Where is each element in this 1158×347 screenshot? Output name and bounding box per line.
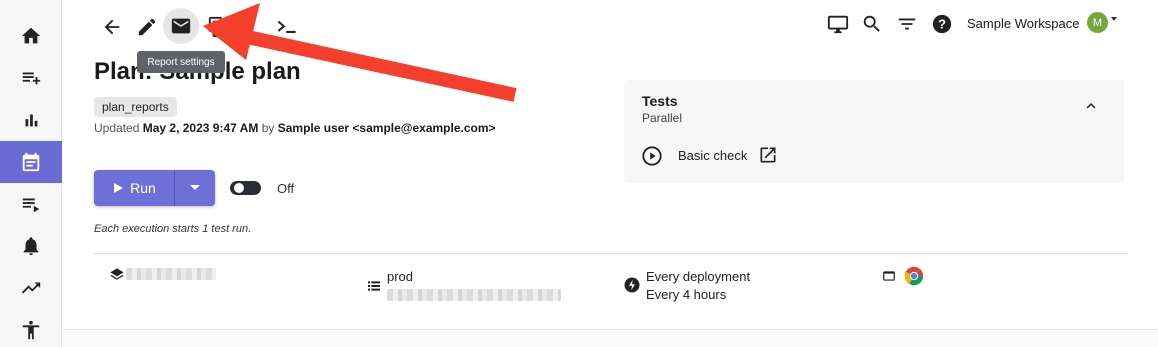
open-external-button[interactable] bbox=[758, 145, 778, 165]
window-icon-wrap bbox=[882, 269, 896, 283]
back-arrow-icon bbox=[104, 19, 120, 35]
execution-note: Each execution starts 1 test run. bbox=[94, 223, 252, 235]
updated-user: Sample user <sample@example.com> bbox=[277, 121, 496, 135]
bar-chart-icon bbox=[25, 114, 38, 127]
schedule-frequency: Every 4 hours bbox=[646, 287, 727, 302]
help-icon: ? bbox=[932, 14, 952, 34]
trending-up-icon bbox=[21, 282, 41, 294]
updated-prefix: Updated bbox=[94, 121, 140, 135]
calendar-icon bbox=[22, 152, 40, 172]
list-icon bbox=[368, 281, 380, 291]
sidebar-item-home[interactable] bbox=[0, 15, 62, 57]
filter-button[interactable] bbox=[895, 12, 919, 36]
sidebar-item-add-list[interactable] bbox=[0, 57, 62, 99]
monitor-icon bbox=[827, 15, 849, 34]
run-split-button: Run bbox=[94, 170, 215, 206]
bell-icon bbox=[23, 237, 39, 256]
monitor-button[interactable] bbox=[826, 12, 850, 36]
updated-by: by bbox=[261, 121, 275, 135]
sidebar-item-runs[interactable] bbox=[0, 183, 62, 225]
run-dropdown-button[interactable] bbox=[175, 170, 215, 206]
schedule-trigger: Every deployment bbox=[646, 269, 751, 284]
report-settings-tooltip: Report settings bbox=[137, 51, 225, 73]
chevron-up-icon bbox=[1086, 103, 1096, 109]
run-label: Run bbox=[130, 180, 156, 196]
tests-title: Tests bbox=[642, 93, 678, 109]
list-icon-wrap bbox=[366, 278, 382, 294]
tests-panel: Tests Parallel Basic check bbox=[624, 80, 1124, 183]
edit-button[interactable] bbox=[135, 15, 159, 39]
avatar[interactable]: M bbox=[1087, 12, 1108, 33]
filter-icon bbox=[898, 18, 916, 30]
accessibility-icon bbox=[22, 320, 40, 340]
workspace-selector[interactable]: Sample Workspace bbox=[967, 16, 1079, 31]
search-icon bbox=[863, 15, 880, 32]
sidebar-item-reports[interactable] bbox=[0, 99, 62, 141]
redacted-app-name bbox=[126, 268, 216, 280]
play-circle-icon bbox=[642, 146, 662, 166]
playlist-icon bbox=[22, 198, 40, 213]
environment-name: prod bbox=[387, 269, 414, 284]
tests-subtitle: Parallel bbox=[642, 111, 683, 125]
mail-icon bbox=[171, 18, 191, 34]
sidebar-item-accessibility[interactable] bbox=[0, 309, 62, 347]
chrome-icon-wrap bbox=[904, 266, 924, 286]
report-settings-button[interactable] bbox=[169, 14, 193, 38]
sidebar-item-alerts[interactable] bbox=[0, 225, 62, 267]
chevron-down-icon[interactable] bbox=[1111, 17, 1117, 21]
copy-button[interactable] bbox=[206, 15, 230, 39]
copy-icon bbox=[208, 16, 227, 38]
bolt-icon-wrap bbox=[623, 276, 641, 294]
run-button[interactable]: Run bbox=[94, 170, 174, 206]
svg-text:?: ? bbox=[938, 17, 946, 32]
schedule-toggle[interactable] bbox=[230, 181, 261, 195]
sidebar-item-plans[interactable] bbox=[0, 141, 62, 183]
layers-icon bbox=[110, 268, 124, 280]
footer-area bbox=[63, 330, 1158, 347]
main-content: Report settings ? Sample Workspace M Pla… bbox=[63, 0, 1158, 347]
open-in-new-icon bbox=[760, 147, 776, 163]
layers-icon-wrap bbox=[109, 267, 125, 283]
updated-date: May 2, 2023 9:47 AM bbox=[142, 121, 259, 135]
toggle-label: Off bbox=[277, 181, 295, 196]
add-list-icon bbox=[22, 72, 41, 85]
back-button[interactable] bbox=[100, 15, 124, 39]
sidebar bbox=[0, 0, 62, 347]
divider bbox=[94, 253, 1128, 254]
collapse-button[interactable] bbox=[1082, 97, 1100, 115]
updated-info: Updated May 2, 2023 9:47 AM by Sample us… bbox=[94, 121, 496, 135]
home-icon bbox=[21, 27, 41, 44]
play-icon bbox=[114, 183, 124, 193]
edit-pencil-icon bbox=[138, 18, 156, 36]
terminal-icon bbox=[277, 20, 296, 33]
plan-tag: plan_reports bbox=[94, 97, 177, 117]
toggle-knob bbox=[234, 183, 244, 193]
caret-down-icon bbox=[190, 185, 200, 190]
terminal-button[interactable] bbox=[273, 14, 301, 40]
redacted-environment-url bbox=[387, 289, 561, 301]
bolt-icon bbox=[624, 277, 640, 293]
sidebar-item-trends[interactable] bbox=[0, 267, 62, 309]
search-button[interactable] bbox=[860, 12, 884, 36]
chrome-icon bbox=[904, 266, 924, 286]
test-item-label[interactable]: Basic check bbox=[678, 148, 747, 163]
window-icon bbox=[883, 271, 895, 281]
play-test-button[interactable] bbox=[640, 144, 664, 168]
help-button[interactable]: ? bbox=[930, 12, 954, 36]
